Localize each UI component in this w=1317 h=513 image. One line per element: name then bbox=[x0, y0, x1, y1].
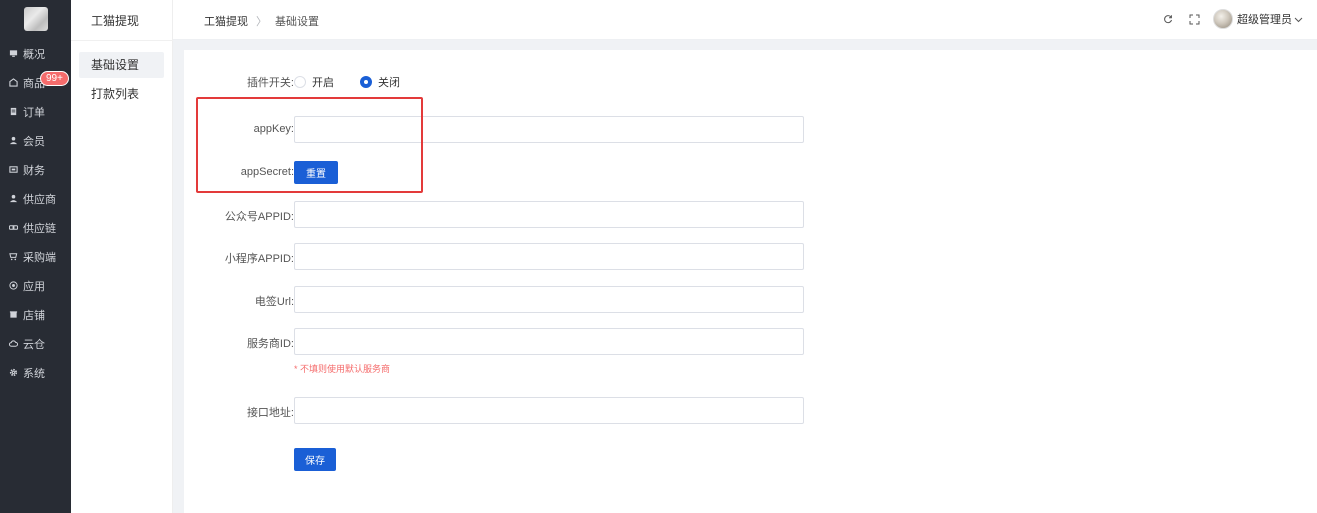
nav-item-supplier[interactable]: 供应商 bbox=[0, 184, 71, 213]
order-icon bbox=[9, 107, 18, 116]
nav-item-label: 应用 bbox=[23, 280, 45, 293]
divider bbox=[71, 40, 173, 41]
nav-item-cloud-warehouse[interactable]: 云仓 bbox=[0, 329, 71, 358]
breadcrumb-separator: 〉 bbox=[256, 16, 267, 28]
chain-icon bbox=[9, 223, 18, 232]
mp-appid-input[interactable] bbox=[294, 201, 804, 228]
main-nav: 概况 商品 99+ 订单 会员 财务 供应商 供应链 采购端 应用 店铺 云仓 bbox=[0, 0, 71, 513]
settings-form-panel: 插件开关: 开启 关闭 appKey: appSecret: 重置 公众号APP… bbox=[184, 50, 1317, 513]
shop-icon bbox=[9, 78, 18, 87]
goods-count-badge: 99+ bbox=[40, 71, 69, 86]
nav-item-apps[interactable]: 应用 bbox=[0, 271, 71, 300]
monitor-icon bbox=[9, 49, 18, 58]
nav-item-label: 供应链 bbox=[23, 222, 56, 235]
gear-icon bbox=[9, 368, 18, 377]
nav-item-label: 会员 bbox=[23, 135, 45, 148]
mp-appid-label: 公众号APPID: bbox=[224, 211, 294, 223]
app-key-label: appKey: bbox=[253, 123, 294, 135]
fullscreen-icon[interactable] bbox=[1187, 12, 1201, 26]
nav-item-purchase[interactable]: 采购端 bbox=[0, 242, 71, 271]
provider-id-hint: * 不填则使用默认服务商 bbox=[294, 364, 391, 374]
sub-sidebar: 工猫提现 基础设置 打款列表 bbox=[71, 0, 173, 513]
radio-enable[interactable] bbox=[294, 76, 306, 88]
nav-item-members[interactable]: 会员 bbox=[0, 126, 71, 155]
user-icon bbox=[9, 136, 18, 145]
reset-secret-button[interactable]: 重置 bbox=[294, 161, 338, 184]
radio-enable-label[interactable]: 开启 bbox=[312, 74, 334, 90]
nav-item-label: 订单 bbox=[23, 106, 45, 119]
header-actions: 超级管理员 bbox=[1149, 9, 1303, 29]
nav-item-label: 店铺 bbox=[23, 309, 45, 322]
avatar[interactable] bbox=[1213, 9, 1233, 29]
top-header: 工猫提现 〉 基础设置 超级管理员 bbox=[173, 0, 1317, 40]
nav-item-label: 云仓 bbox=[23, 338, 45, 351]
plugin-switch-radio-group: 开启 关闭 bbox=[294, 74, 426, 90]
radio-disable[interactable] bbox=[360, 76, 372, 88]
sign-url-input[interactable] bbox=[294, 286, 804, 313]
nav-item-store[interactable]: 店铺 bbox=[0, 300, 71, 329]
sub-item-basic-settings[interactable]: 基础设置 bbox=[79, 52, 164, 78]
mini-appid-label: 小程序APPID: bbox=[224, 253, 294, 265]
mini-appid-input[interactable] bbox=[294, 243, 804, 270]
breadcrumb-item[interactable]: 工猫提现 bbox=[204, 13, 248, 29]
refresh-icon[interactable] bbox=[1161, 12, 1175, 26]
logo[interactable] bbox=[24, 7, 48, 31]
nav-item-orders[interactable]: 订单 bbox=[0, 97, 71, 126]
cloud-icon bbox=[9, 339, 18, 348]
breadcrumb-current: 基础设置 bbox=[275, 16, 319, 28]
sub-sidebar-title: 工猫提现 bbox=[91, 14, 140, 28]
app-secret-label: appSecret: bbox=[240, 166, 294, 178]
provider-id-input[interactable] bbox=[294, 328, 804, 355]
app-key-input[interactable] bbox=[294, 116, 804, 143]
nav-item-label: 概况 bbox=[23, 48, 45, 61]
sign-url-label: 电签Url: bbox=[254, 296, 294, 308]
api-url-label: 接口地址: bbox=[246, 407, 294, 419]
nav-item-goods[interactable]: 商品 99+ bbox=[0, 68, 71, 97]
cart-icon bbox=[9, 252, 18, 261]
plugin-switch-label: 插件开关: bbox=[246, 77, 294, 89]
nav-item-label: 采购端 bbox=[23, 251, 56, 264]
chevron-down-icon[interactable] bbox=[1294, 15, 1303, 24]
finance-icon bbox=[9, 165, 18, 174]
nav-item-label: 系统 bbox=[23, 367, 45, 380]
breadcrumb: 工猫提现 〉 基础设置 bbox=[204, 13, 319, 29]
app-icon bbox=[9, 281, 18, 290]
nav-item-supply-chain[interactable]: 供应链 bbox=[0, 213, 71, 242]
store-icon bbox=[9, 310, 18, 319]
user-name[interactable]: 超级管理员 bbox=[1237, 11, 1292, 27]
save-button[interactable]: 保存 bbox=[294, 448, 336, 471]
provider-id-label: 服务商ID: bbox=[246, 338, 294, 350]
nav-item-label: 供应商 bbox=[23, 193, 56, 206]
supplier-icon bbox=[9, 194, 18, 203]
nav-item-overview[interactable]: 概况 bbox=[0, 39, 71, 68]
api-url-input[interactable] bbox=[294, 397, 804, 424]
sub-item-payment-list[interactable]: 打款列表 bbox=[79, 81, 164, 107]
nav-item-label: 财务 bbox=[23, 164, 45, 177]
nav-item-system[interactable]: 系统 bbox=[0, 358, 71, 387]
nav-item-finance[interactable]: 财务 bbox=[0, 155, 71, 184]
radio-disable-label[interactable]: 关闭 bbox=[378, 74, 400, 90]
